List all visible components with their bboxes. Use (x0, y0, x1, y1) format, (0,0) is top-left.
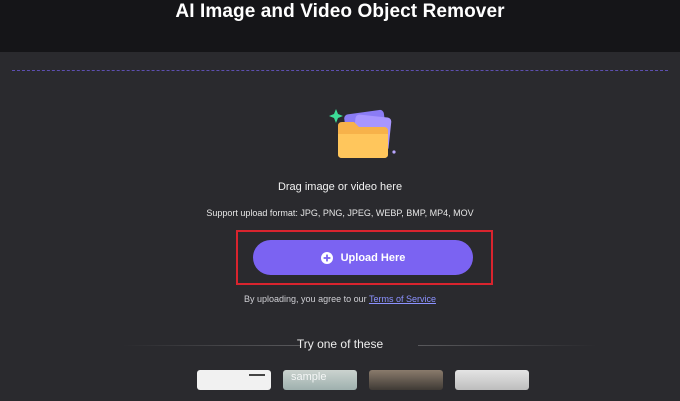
samples-heading: Try one of these (296, 337, 384, 351)
upload-button[interactable]: Upload Here (253, 240, 473, 275)
sample-watermark: sample (291, 371, 327, 383)
terms-of-service-link[interactable]: Terms of Service (369, 294, 436, 304)
sample-thumbnail-3[interactable] (369, 370, 443, 390)
sample-thumbnail-1[interactable] (197, 370, 271, 390)
page-title: AI Image and Video Object Remover (175, 1, 505, 22)
supported-formats: Support upload format: JPG, PNG, JPEG, W… (206, 208, 474, 218)
upload-button-label: Upload Here (340, 251, 406, 264)
thumbnail-bar (249, 374, 265, 376)
sample-thumbnail-4[interactable] (455, 370, 529, 390)
sample-thumbnail-2[interactable]: sample (283, 370, 357, 390)
terms-notice: By uploading, you agree to our Terms of … (0, 294, 680, 304)
folder-upload-icon (329, 109, 396, 158)
plus-circle-icon (320, 251, 333, 264)
terms-prefix: By uploading, you agree to our (244, 294, 369, 304)
drag-instruction: Drag image or video here (277, 181, 403, 193)
